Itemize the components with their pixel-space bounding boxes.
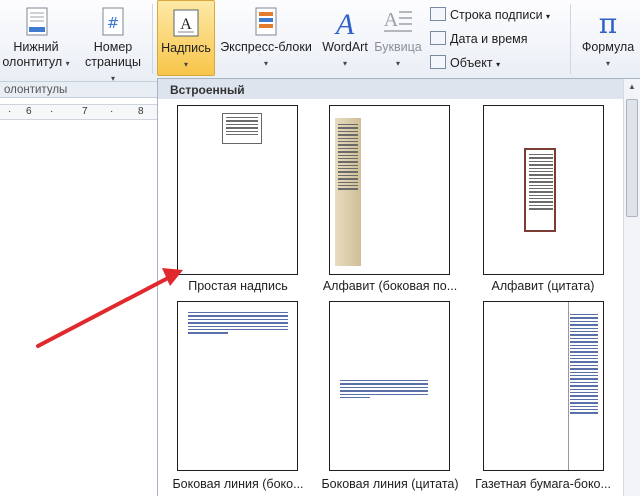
group-label-header-footer: олонтитулы <box>0 82 157 98</box>
gallery-item-simple-textbox[interactable] <box>177 105 298 275</box>
gallery-item-newsprint-sidebar[interactable] <box>483 301 604 471</box>
object-button[interactable]: Объект ▾ <box>430 53 500 73</box>
formula-icon: π <box>592 6 624 40</box>
svg-text:A: A <box>180 16 192 33</box>
svg-text:#: # <box>107 14 120 32</box>
textbox-gallery: Встроенный Простая надпись Алфавит (боко… <box>157 78 640 496</box>
scroll-up-icon[interactable]: ▲ <box>626 81 638 93</box>
sidebar-preview <box>335 118 361 266</box>
gallery-item-label: Боковая линия (боко... <box>172 477 304 491</box>
signature-line-label: Строка подписи <box>450 8 543 22</box>
footer-button[interactable]: Нижний олонтитул ▾ <box>0 2 72 76</box>
quote-preview <box>524 148 556 232</box>
document-area: олонтитулы · 6 · 7 · 8 <box>0 82 157 496</box>
gallery-item-sideline-quote[interactable] <box>329 301 450 471</box>
chevron-down-icon: ▾ <box>183 60 188 69</box>
ruler-mark: 7 <box>82 106 88 117</box>
gallery-item-sideline-sidebar[interactable] <box>177 301 298 471</box>
ribbon: Нижний олонтитул ▾ # Номер страницы ▾ A … <box>0 0 640 83</box>
signature-line-button[interactable]: Строка подписи ▾ <box>430 5 550 25</box>
wordart-button[interactable]: A WordArt ▾ <box>320 2 370 76</box>
footer-label-1: Нижний <box>13 40 59 54</box>
quick-parts-label: Экспресс-блоки <box>220 40 312 54</box>
footer-icon <box>20 6 52 38</box>
chevron-down-icon: ▾ <box>546 12 551 21</box>
textbox-label: Надпись <box>161 41 211 55</box>
gallery-scrollbar[interactable]: ▲ <box>623 79 640 496</box>
gallery-item-label: Боковая линия (цитата) <box>321 477 459 491</box>
preview-lines <box>570 314 598 416</box>
dropcap-icon: A <box>382 6 414 38</box>
group-separator <box>570 4 571 74</box>
chevron-down-icon: ▾ <box>395 59 400 68</box>
gallery-item-label: Простая надпись <box>188 279 288 293</box>
column-divider <box>568 302 569 470</box>
formula-button[interactable]: π Формула ▾ <box>576 2 640 76</box>
preview-lines <box>338 124 358 192</box>
object-label: Объект <box>450 56 493 70</box>
ruler-dot: · <box>8 106 12 117</box>
page-number-icon: # <box>97 6 129 38</box>
textbox-button[interactable]: A Надпись ▾ <box>157 0 215 76</box>
gallery-item-alphabet-quote[interactable] <box>483 105 604 275</box>
page-number-button[interactable]: # Номер страницы ▾ <box>82 2 144 83</box>
textbox-preview <box>222 113 262 144</box>
document-page[interactable] <box>0 122 157 496</box>
chevron-down-icon: ▾ <box>65 59 70 68</box>
gallery-item-label: Алфавит (цитата) <box>491 279 595 293</box>
svg-text:A: A <box>384 9 399 31</box>
dropcap-label: Буквица <box>374 40 422 54</box>
wordart-icon: A <box>329 6 361 41</box>
quick-parts-icon <box>250 6 282 38</box>
scroll-thumb[interactable] <box>626 99 638 217</box>
object-icon <box>430 55 446 69</box>
chevron-down-icon: ▾ <box>496 60 501 69</box>
gallery-header: Встроенный <box>158 79 624 99</box>
svg-text:π: π <box>599 7 617 38</box>
horizontal-ruler[interactable]: · 6 · 7 · 8 <box>0 104 157 120</box>
date-time-icon <box>430 31 446 45</box>
signature-icon <box>430 7 446 21</box>
chevron-down-icon: ▾ <box>342 59 347 68</box>
preview-lines <box>226 117 258 137</box>
dropcap-button[interactable]: A Буквица ▾ <box>372 2 424 76</box>
date-time-button[interactable]: Дата и время <box>430 29 528 49</box>
preview-lines <box>529 154 553 212</box>
gallery-item-label: Алфавит (боковая по... <box>322 279 458 293</box>
chevron-down-icon: ▾ <box>605 59 610 68</box>
group-separator <box>152 4 153 74</box>
preview-lines <box>340 380 428 400</box>
gallery-item-label: Газетная бумага-боко... <box>475 477 611 491</box>
preview-lines <box>188 312 288 336</box>
ruler-dot: · <box>110 106 114 117</box>
svg-text:A: A <box>334 8 355 38</box>
page-number-label-1: Номер <box>93 40 133 54</box>
textbox-icon: A <box>170 7 202 39</box>
page-number-label-2: страницы <box>85 55 141 69</box>
gallery-item-alphabet-sidebar[interactable] <box>329 105 450 275</box>
wordart-label: WordArt <box>322 40 368 54</box>
chevron-down-icon: ▾ <box>263 59 268 68</box>
formula-label: Формула <box>581 40 635 54</box>
date-time-label: Дата и время <box>450 32 528 46</box>
footer-label-2: олонтитул <box>2 55 63 69</box>
ruler-mark: 8 <box>138 106 144 117</box>
ruler-dot: · <box>50 106 54 117</box>
ruler-mark: 6 <box>26 106 32 117</box>
quick-parts-button[interactable]: Экспресс-блоки ▾ <box>218 2 314 76</box>
